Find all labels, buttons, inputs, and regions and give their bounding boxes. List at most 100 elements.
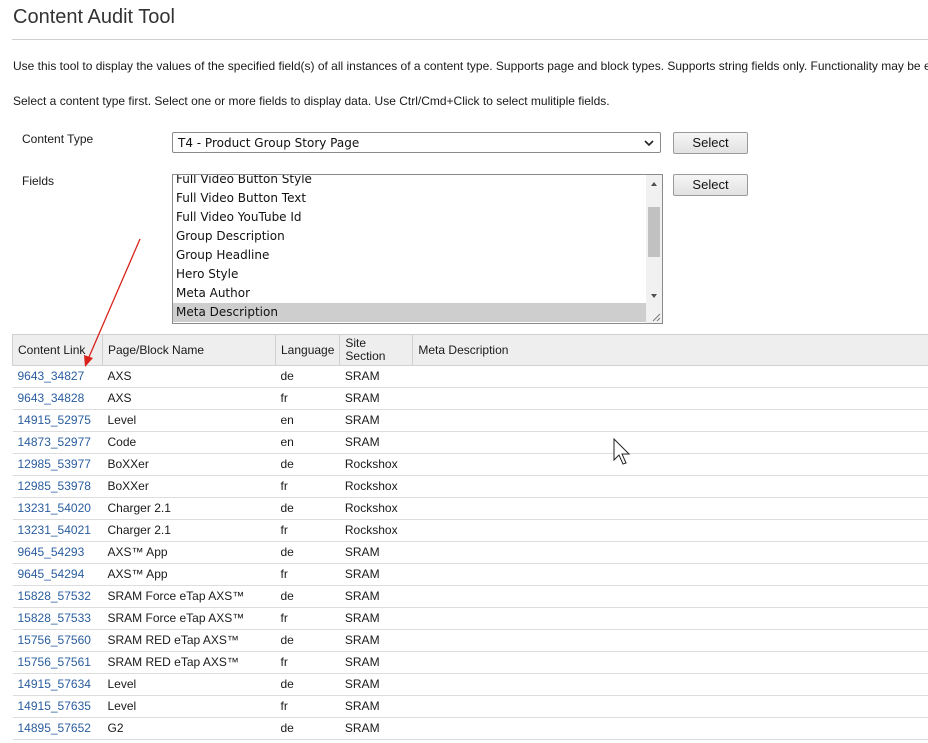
content-type-label: Content Type — [22, 132, 94, 146]
table-header-row: Content Link Page/Block Name Language Si… — [12, 334, 928, 366]
page-block-name: AXS — [102, 365, 276, 388]
meta-description-cell — [412, 563, 928, 586]
language-cell: fr — [275, 695, 340, 718]
site-section-cell: SRAM — [339, 673, 413, 696]
content-link[interactable]: 15756_57560 — [12, 629, 103, 652]
title-divider — [12, 39, 928, 40]
fields-scrollbar[interactable] — [646, 175, 662, 323]
site-section-cell: Rockshox — [339, 497, 413, 520]
meta-description-cell — [412, 541, 928, 564]
language-cell: de — [275, 585, 340, 608]
site-section-cell: Rockshox — [339, 453, 413, 476]
results-table: Content Link Page/Block Name Language Si… — [12, 334, 928, 740]
content-link[interactable]: 9643_34828 — [12, 387, 103, 410]
table-row: 14895_57652 G2 de SRAM — [12, 717, 928, 740]
page-block-name: SRAM RED eTap AXS™ — [102, 629, 276, 652]
mouse-cursor-icon — [613, 438, 631, 465]
column-header-name[interactable]: Page/Block Name — [102, 334, 276, 366]
content-link[interactable]: 9645_54293 — [12, 541, 103, 564]
language-cell: fr — [275, 387, 340, 410]
content-link[interactable]: 15828_57532 — [12, 585, 103, 608]
fields-listbox[interactable]: Full Video Button Style Full Video Button… — [172, 174, 663, 324]
content-type-select[interactable]: T4 - Product Group Story Page — [172, 132, 661, 153]
content-type-value: T4 - Product Group Story Page — [178, 136, 360, 150]
tool-instructions: Select a content type first. Select one … — [13, 94, 610, 108]
language-cell: fr — [275, 651, 340, 674]
content-link[interactable]: 13231_54021 — [12, 519, 103, 542]
field-option[interactable]: Full Video YouTube Id — [173, 208, 646, 227]
language-cell: de — [275, 629, 340, 652]
page-block-name: Level — [102, 695, 276, 718]
column-header-language[interactable]: Language — [274, 334, 341, 366]
table-row: 15828_57533 SRAM Force eTap AXS™ fr SRAM — [12, 607, 928, 630]
language-cell: de — [275, 673, 340, 696]
triangle-down-icon[interactable] — [646, 289, 662, 303]
resize-grip-icon[interactable] — [651, 312, 661, 322]
table-row: 15828_57532 SRAM Force eTap AXS™ de SRAM — [12, 585, 928, 608]
site-section-cell: SRAM — [339, 607, 413, 630]
table-row: 15756_57560 SRAM RED eTap AXS™ de SRAM — [12, 629, 928, 652]
content-audit-page: Content Audit Tool Use this tool to disp… — [0, 0, 928, 743]
field-option[interactable]: Hero Style — [173, 265, 646, 284]
page-block-name: Charger 2.1 — [102, 497, 276, 520]
select-content-type-button[interactable]: Select — [673, 132, 748, 154]
scrollbar-thumb[interactable] — [648, 207, 660, 257]
column-header-meta-description[interactable]: Meta Description — [412, 334, 928, 366]
content-link[interactable]: 14915_52975 — [12, 409, 103, 432]
language-cell: fr — [275, 519, 340, 542]
field-option[interactable]: Full Video Button Text — [173, 189, 646, 208]
chevron-down-icon — [644, 140, 654, 147]
page-block-name: Level — [102, 409, 276, 432]
site-section-cell: SRAM — [339, 541, 413, 564]
field-option[interactable]: Meta Author — [173, 284, 646, 303]
content-link[interactable]: 14873_52977 — [12, 431, 103, 454]
meta-description-cell — [412, 607, 928, 630]
content-link[interactable]: 9643_34827 — [12, 365, 103, 388]
site-section-cell: SRAM — [339, 431, 413, 454]
table-row: 9645_54294 AXS™ App fr SRAM — [12, 563, 928, 586]
meta-description-cell — [412, 695, 928, 718]
page-block-name: AXS™ App — [102, 563, 276, 586]
meta-description-cell — [412, 673, 928, 696]
field-option[interactable]: Group Description — [173, 227, 646, 246]
field-option[interactable]: Group Headline — [173, 246, 646, 265]
select-fields-button[interactable]: Select — [673, 174, 748, 196]
page-block-name: Code — [102, 431, 276, 454]
content-link[interactable]: 14895_57652 — [12, 717, 103, 740]
language-cell: de — [275, 453, 340, 476]
content-link[interactable]: 14915_57635 — [12, 695, 103, 718]
site-section-cell: Rockshox — [339, 519, 413, 542]
page-block-name: SRAM Force eTap AXS™ — [102, 585, 276, 608]
table-row: 14873_52977 Code en SRAM — [12, 431, 928, 454]
meta-description-cell — [412, 365, 928, 388]
content-link[interactable]: 14915_57634 — [12, 673, 103, 696]
content-link[interactable]: 9645_54294 — [12, 563, 103, 586]
meta-description-cell — [412, 497, 928, 520]
content-link[interactable]: 13231_54020 — [12, 497, 103, 520]
site-section-cell: SRAM — [339, 365, 413, 388]
field-option[interactable]: Meta Description — [173, 303, 646, 322]
page-block-name: AXS™ App — [102, 541, 276, 564]
triangle-up-icon[interactable] — [646, 177, 662, 191]
language-cell: en — [275, 409, 340, 432]
content-link[interactable]: 15756_57561 — [12, 651, 103, 674]
site-section-cell: SRAM — [339, 717, 413, 740]
language-cell: de — [275, 717, 340, 740]
column-header-site-section[interactable]: Site Section — [339, 334, 414, 366]
page-block-name: G2 — [102, 717, 276, 740]
meta-description-cell — [412, 387, 928, 410]
content-link[interactable]: 12985_53977 — [12, 453, 103, 476]
table-row: 14915_57635 Level fr SRAM — [12, 695, 928, 718]
language-cell: de — [275, 365, 340, 388]
meta-description-cell — [412, 519, 928, 542]
site-section-cell: SRAM — [339, 409, 413, 432]
field-option[interactable]: Full Video Button Style — [173, 175, 646, 189]
site-section-cell: SRAM — [339, 563, 413, 586]
column-header-content-link[interactable]: Content Link — [12, 334, 103, 366]
table-row: 9643_34827 AXS de SRAM — [12, 365, 928, 388]
meta-description-cell — [412, 585, 928, 608]
content-link[interactable]: 12985_53978 — [12, 475, 103, 498]
table-row: 13231_54021 Charger 2.1 fr Rockshox — [12, 519, 928, 542]
content-link[interactable]: 15828_57533 — [12, 607, 103, 630]
table-row: 15756_57561 SRAM RED eTap AXS™ fr SRAM — [12, 651, 928, 674]
